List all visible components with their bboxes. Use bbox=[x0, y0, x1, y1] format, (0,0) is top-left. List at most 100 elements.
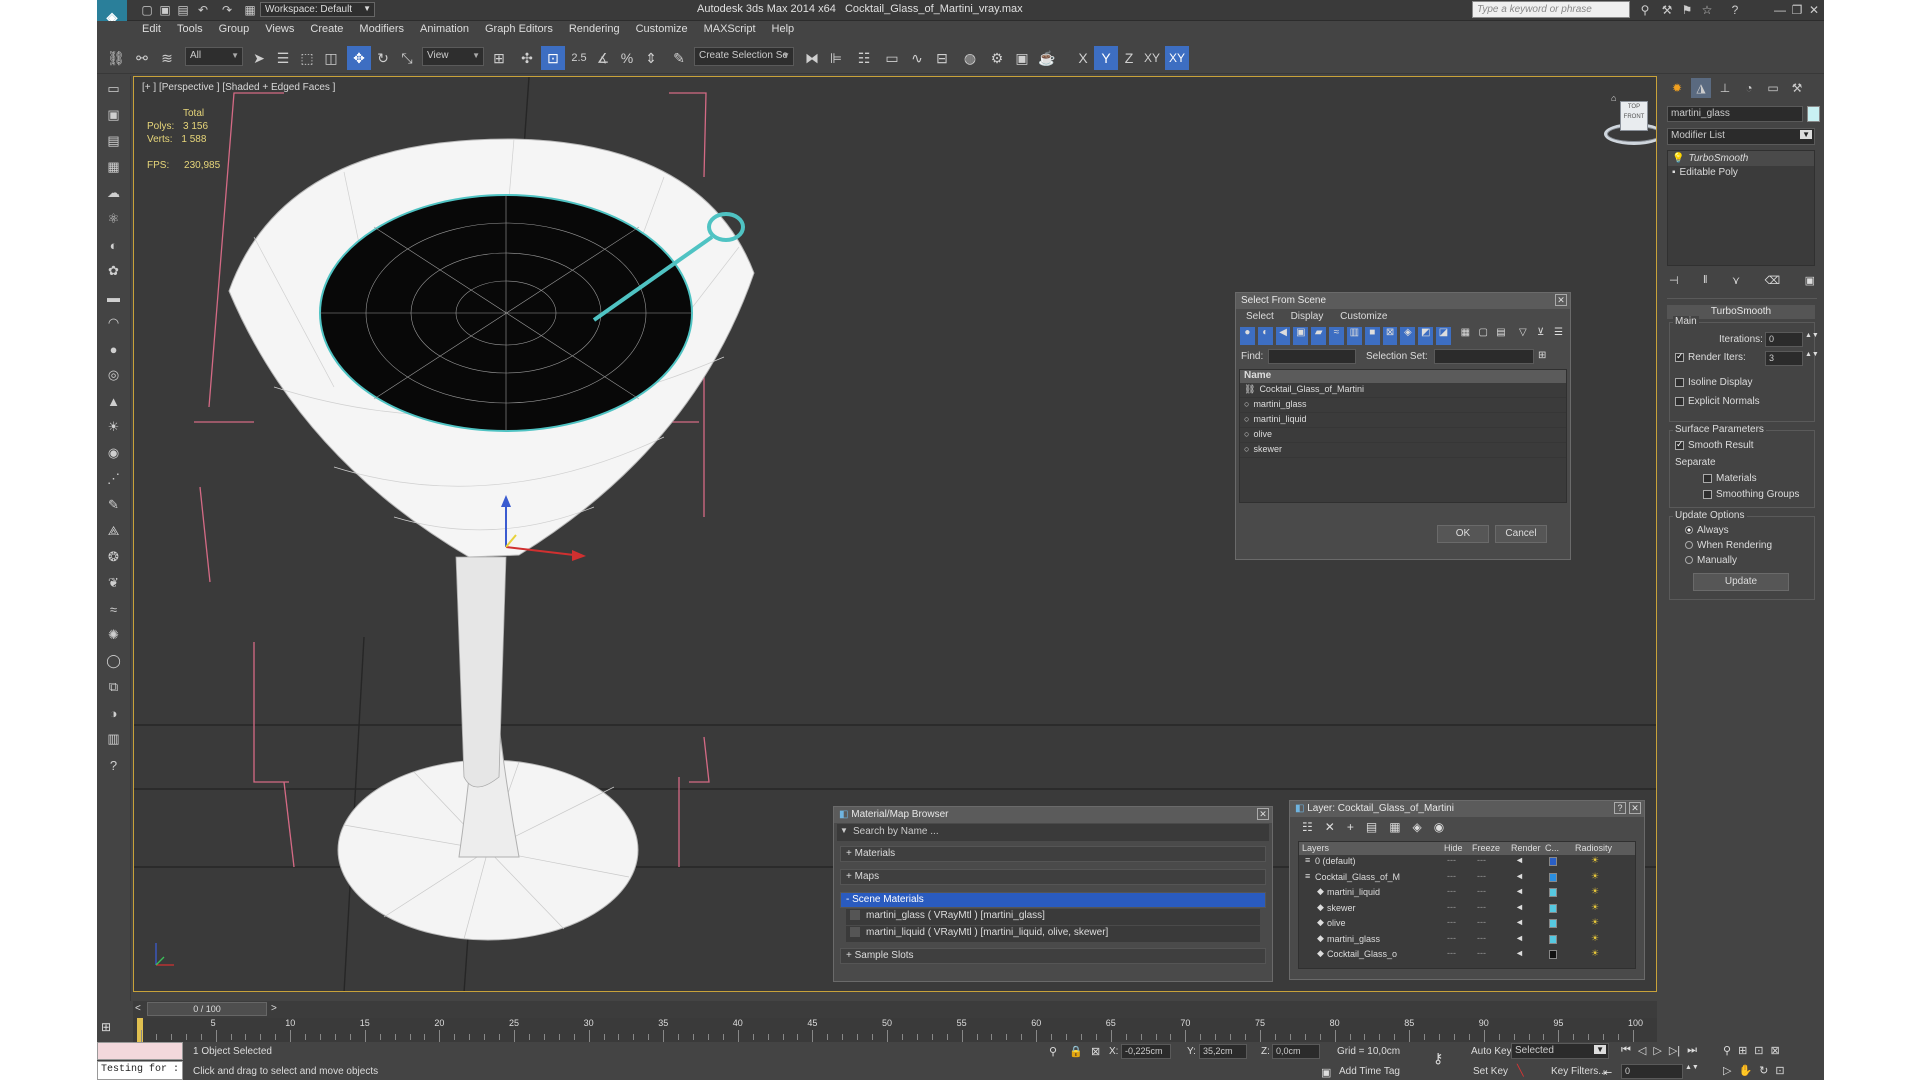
foliage-icon[interactable]: ❦ bbox=[97, 570, 130, 596]
display-shapes-icon[interactable]: ◐ bbox=[1257, 327, 1273, 345]
render-iters-row[interactable]: Render Iters: bbox=[1675, 351, 1746, 363]
time-slider[interactable]: < 0 / 100 > bbox=[133, 1001, 1657, 1018]
open-file-icon[interactable]: ▣ bbox=[155, 0, 175, 20]
material-search-input[interactable]: ▼ Search by Name ... bbox=[837, 824, 1269, 841]
freeze-toggle[interactable]: --- bbox=[1477, 948, 1486, 958]
favorites-icon[interactable]: ☆ bbox=[1697, 0, 1717, 20]
radiosity-icon[interactable]: ☀ bbox=[1591, 902, 1599, 913]
render-teapot-icon[interactable]: ◄ bbox=[1515, 917, 1524, 927]
layer-color-swatch[interactable] bbox=[1549, 934, 1557, 944]
pin-stack-icon[interactable]: ⊣ bbox=[1669, 274, 1679, 290]
layer-name[interactable]: martini_glass bbox=[1327, 934, 1380, 944]
sphere-tool-icon[interactable]: ◯ bbox=[97, 648, 130, 674]
expand-icon[interactable]: ▪ bbox=[1672, 167, 1676, 178]
select-and-rotate-icon[interactable]: ↻ bbox=[371, 46, 395, 70]
workspace-dropdown[interactable]: Workspace: Default ▼ bbox=[260, 2, 375, 17]
display-containers-icon[interactable]: ◈ bbox=[1400, 327, 1416, 345]
close-icon[interactable]: ✕ bbox=[1629, 802, 1641, 814]
display-bones-icon[interactable]: ⊠ bbox=[1382, 327, 1398, 345]
render-teapot-icon[interactable]: ◄ bbox=[1515, 933, 1524, 943]
render-teapot-icon[interactable]: ◄ bbox=[1515, 855, 1524, 865]
bulb-icon[interactable]: 💡 bbox=[1672, 153, 1684, 164]
highlight-selected-icon[interactable]: ◈ bbox=[1413, 820, 1422, 836]
fur-icon[interactable]: ✺ bbox=[97, 622, 130, 648]
project-folder-icon[interactable]: ▦ bbox=[240, 0, 260, 20]
layer-row[interactable]: ≡ Cocktail_Glass_of_M --- --- ◄ ☀ bbox=[1299, 871, 1635, 887]
absolute-mode-icon[interactable]: ⊠ bbox=[1091, 1045, 1100, 1058]
layer-color-swatch[interactable] bbox=[1549, 872, 1557, 882]
menu-animation[interactable]: Animation bbox=[412, 21, 477, 37]
curve-editor-icon[interactable]: ∿ bbox=[905, 46, 929, 70]
render-iters-checkbox[interactable] bbox=[1675, 351, 1684, 362]
layer-name[interactable]: olive bbox=[1327, 918, 1346, 928]
y-coordinate-input[interactable]: 35,2cm bbox=[1199, 1044, 1247, 1059]
unlink-icon[interactable]: ⚯ bbox=[130, 46, 154, 70]
graphite-ribbon-icon[interactable]: ▭ bbox=[880, 46, 904, 70]
freeze-toggle[interactable]: --- bbox=[1477, 902, 1486, 912]
new-layer-icon[interactable]: + bbox=[1347, 820, 1354, 836]
smoothing-groups-checkbox[interactable] bbox=[1703, 489, 1712, 499]
customize-menu[interactable]: Customize bbox=[1340, 311, 1387, 322]
configure-sets-icon[interactable]: ▣ bbox=[1805, 274, 1815, 290]
dome-primitive-icon[interactable]: ◠ bbox=[97, 310, 130, 336]
scene-material-item[interactable]: martini_liquid ( VRayMtl ) [martini_liqu… bbox=[846, 926, 1260, 942]
smooth-result-checkbox[interactable] bbox=[1675, 439, 1684, 450]
maxscript-listener[interactable]: Testing for : bbox=[97, 1061, 183, 1080]
layer-manager-icon[interactable]: ☷ bbox=[852, 46, 876, 70]
hide-toggle[interactable]: --- bbox=[1447, 855, 1456, 865]
select-dialog-titlebar[interactable]: Select From Scene ✕ bbox=[1236, 293, 1570, 309]
when-rendering-radio[interactable] bbox=[1685, 541, 1693, 550]
freeze-toggle[interactable]: --- bbox=[1477, 886, 1486, 896]
motion-tab-icon[interactable]: ◔ bbox=[1739, 78, 1759, 98]
select-object-icon[interactable]: ➤ bbox=[247, 46, 271, 70]
smoothing-groups-option[interactable]: Smoothing Groups bbox=[1703, 489, 1799, 500]
set-key-button[interactable]: Set Key bbox=[1473, 1066, 1508, 1077]
render-setup-icon[interactable]: ⚙ bbox=[985, 46, 1009, 70]
selection-filter-dropdown[interactable]: All bbox=[185, 47, 243, 66]
column-freeze[interactable]: Freeze bbox=[1472, 843, 1500, 853]
always-option[interactable]: Always bbox=[1685, 525, 1729, 536]
maxscript-listener-top[interactable] bbox=[97, 1042, 183, 1060]
delete-layer-icon[interactable]: ✕ bbox=[1325, 820, 1335, 836]
help-circle-icon[interactable]: ? bbox=[97, 752, 130, 778]
object-color-swatch[interactable] bbox=[1807, 106, 1820, 122]
save-icon[interactable]: ▤ bbox=[173, 0, 193, 20]
display-spacewarps-icon[interactable]: ≈ bbox=[1329, 327, 1344, 345]
modifier-list-dropdown[interactable]: Modifier List ▼ bbox=[1667, 128, 1815, 145]
hide-toggle[interactable]: --- bbox=[1447, 933, 1456, 943]
radiosity-icon[interactable]: ☀ bbox=[1591, 855, 1599, 866]
display-hidden-icon[interactable]: ◪ bbox=[1436, 327, 1451, 345]
torus-icon[interactable]: ◎ bbox=[97, 362, 130, 388]
environment-icon[interactable]: ▦ bbox=[97, 154, 130, 180]
viewcube-home-icon[interactable]: ⌂ bbox=[1611, 93, 1616, 103]
info-icon[interactable]: ▥ bbox=[97, 726, 130, 752]
select-menu[interactable]: Select bbox=[1246, 311, 1274, 322]
pivot-center-icon[interactable]: ⊞ bbox=[487, 46, 511, 70]
previous-frame-icon[interactable]: ◁ bbox=[1638, 1044, 1646, 1057]
ok-button[interactable]: OK bbox=[1437, 525, 1489, 543]
layer-color-swatch[interactable] bbox=[1549, 919, 1557, 928]
column-layers[interactable]: Layers bbox=[1302, 843, 1329, 853]
hair-icon[interactable]: ≈ bbox=[97, 596, 130, 622]
menu-customize[interactable]: Customize bbox=[628, 21, 696, 37]
schematic-view-icon[interactable]: ⊟ bbox=[930, 46, 954, 70]
column-color[interactable]: C... bbox=[1545, 843, 1559, 853]
close-icon[interactable]: ✕ bbox=[1804, 0, 1824, 20]
field-of-view-icon[interactable]: ▷ bbox=[1723, 1064, 1731, 1077]
percent-snap-icon[interactable]: % bbox=[615, 46, 639, 70]
display-tab-icon[interactable]: ▭ bbox=[1763, 78, 1783, 98]
close-icon[interactable]: ✕ bbox=[1257, 808, 1269, 820]
frame-spinner[interactable]: ▲▼ bbox=[1685, 1064, 1699, 1071]
time-tag-icon[interactable]: ▣ bbox=[1321, 1066, 1331, 1079]
time-slider-next-icon[interactable]: > bbox=[271, 1003, 277, 1014]
column-radiosity[interactable]: Radiosity bbox=[1575, 843, 1612, 853]
filter-icon[interactable]: ▽ bbox=[1515, 327, 1530, 345]
zoom-icon[interactable]: ⚲ bbox=[1723, 1044, 1731, 1057]
spinner-snap-icon[interactable]: ⇕ bbox=[639, 46, 663, 70]
stack-item-turbosmooth[interactable]: 💡 TurboSmooth bbox=[1668, 151, 1814, 166]
scene-list-item[interactable]: ○ martini_glass bbox=[1240, 398, 1566, 413]
select-and-move-icon[interactable]: ✥ bbox=[347, 46, 371, 70]
axis-xy-button[interactable]: XY bbox=[1140, 46, 1164, 70]
subscription-icon[interactable]: ⚒ bbox=[1657, 0, 1677, 20]
explicit-normals-checkbox[interactable] bbox=[1675, 396, 1684, 406]
